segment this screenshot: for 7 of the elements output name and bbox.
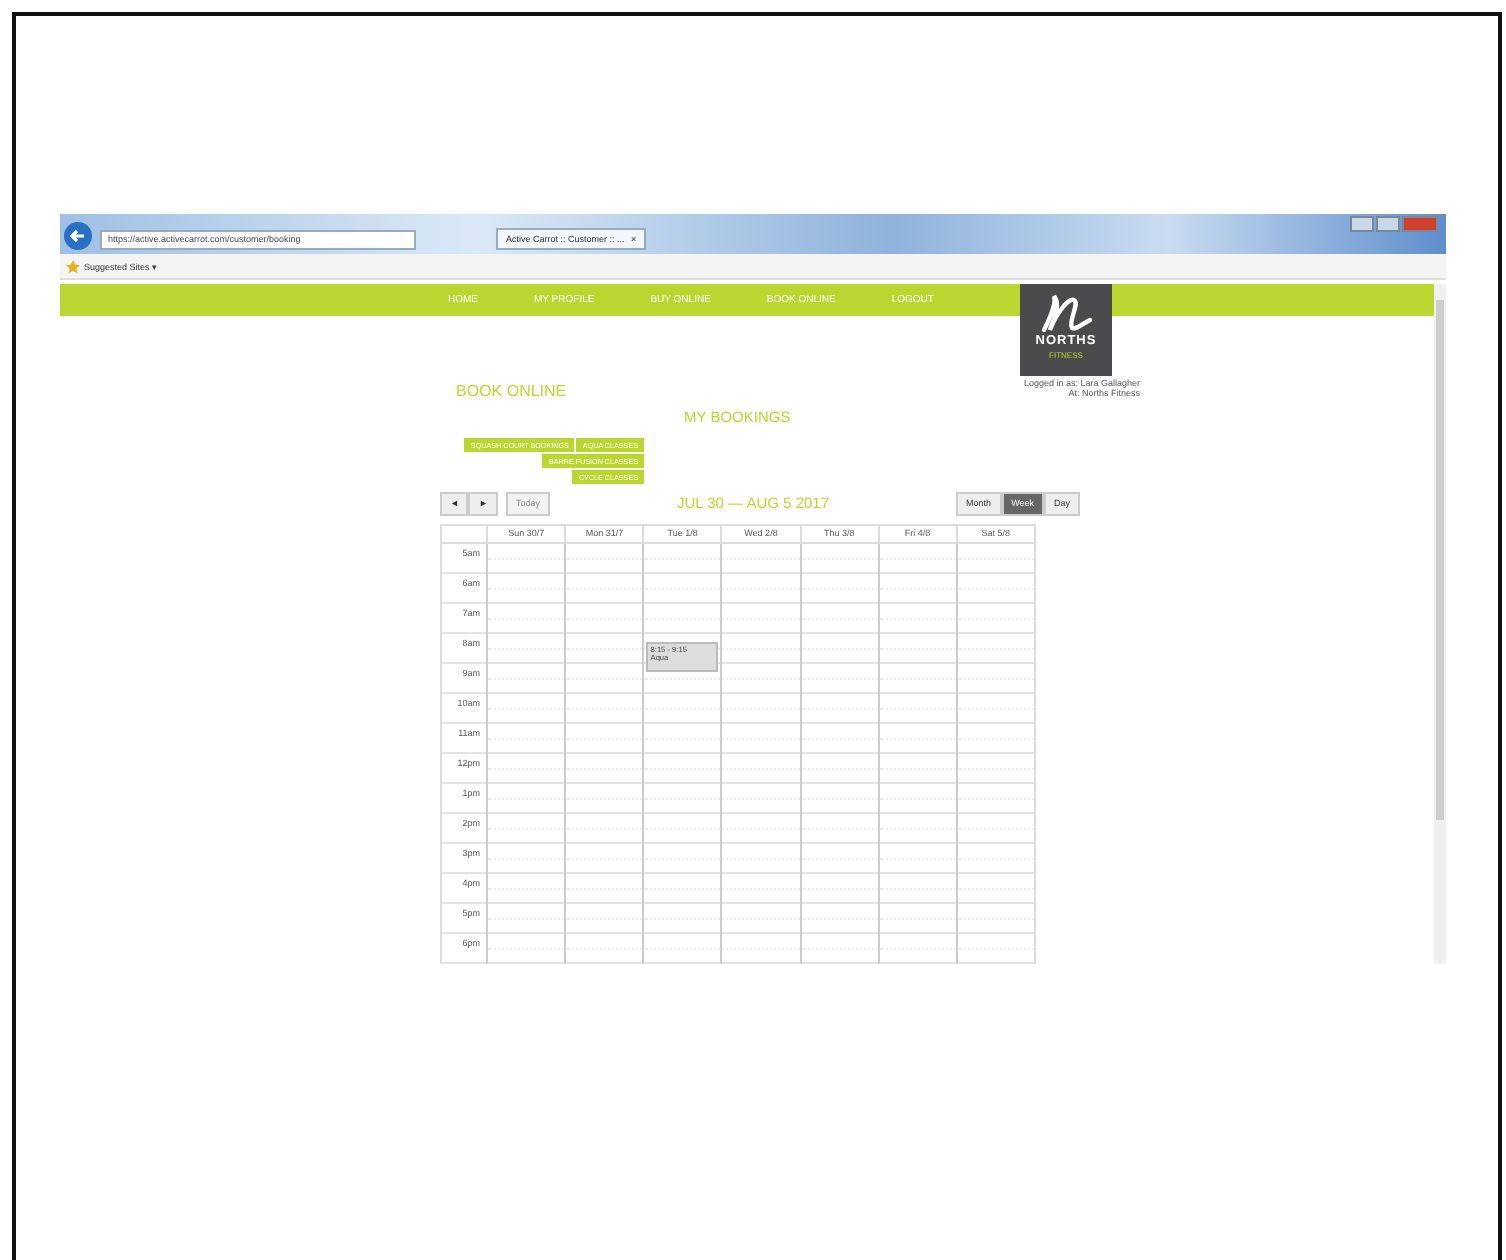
star-icon bbox=[66, 259, 80, 273]
scrollbar[interactable] bbox=[1434, 284, 1446, 964]
logo-mark-icon bbox=[1036, 290, 1096, 334]
maximize-button[interactable] bbox=[1376, 216, 1400, 232]
close-button[interactable] bbox=[1402, 216, 1438, 232]
minimize-button[interactable] bbox=[1350, 216, 1374, 232]
page-title: BOOK ONLINE bbox=[456, 382, 567, 402]
